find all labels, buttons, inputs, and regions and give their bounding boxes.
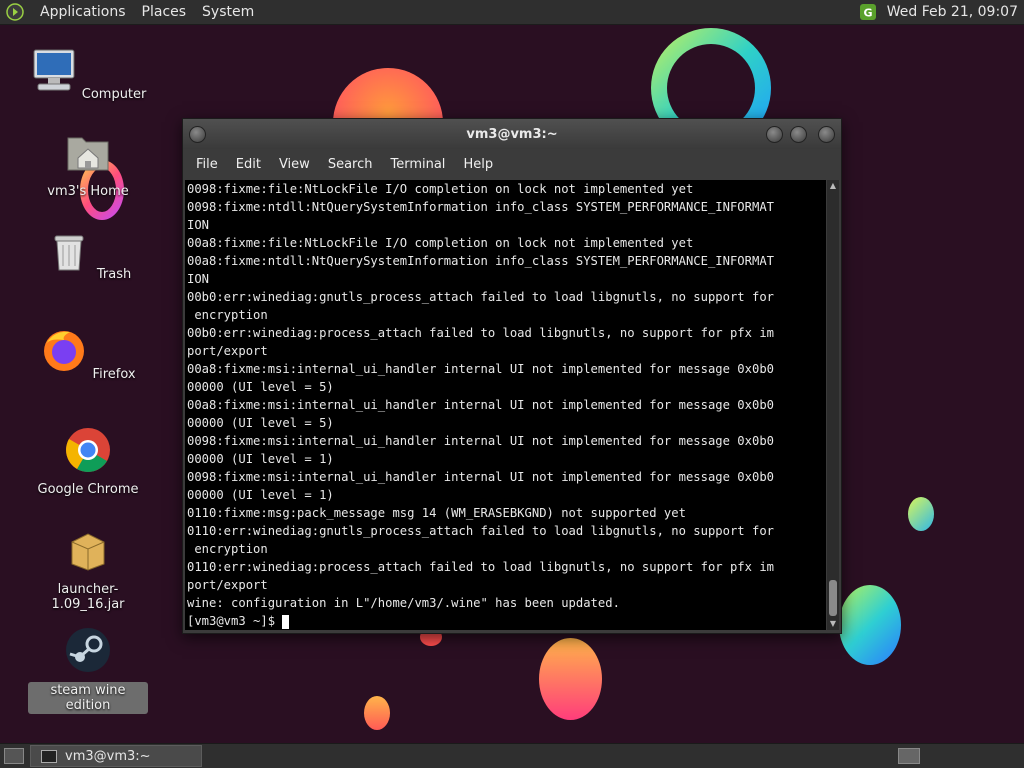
desktop-icon-steam[interactable]: steam wine edition — [28, 626, 148, 714]
terminal-output[interactable]: 0098:fixme:file:NtLockFile I/O completio… — [185, 180, 826, 630]
menu-places[interactable]: Places — [134, 4, 195, 20]
panel-tray: G Wed Feb 21, 09:07 — [859, 3, 1024, 21]
terminal-line: 00a8:fixme:msi:internal_ui_handler inter… — [187, 398, 774, 412]
menu-edit[interactable]: Edit — [227, 157, 270, 172]
terminal-line: port/export — [187, 578, 268, 592]
desktop-icon-label: vm3's Home — [47, 184, 129, 199]
menu-terminal[interactable]: Terminal — [381, 157, 454, 172]
wallpaper-small-blue-blob — [908, 497, 934, 531]
terminal-lines: 0098:fixme:file:NtLockFile I/O completio… — [185, 180, 826, 612]
menu-applications[interactable]: Applications — [32, 4, 134, 20]
terminal-line: encryption — [187, 308, 268, 322]
maximize-button[interactable] — [790, 126, 807, 143]
terminal-line: 0098:fixme:msi:internal_ui_handler inter… — [187, 470, 774, 484]
desktop-icon-label: Google Chrome — [37, 482, 139, 497]
terminal-line: ION — [187, 218, 210, 232]
minimize-button[interactable] — [766, 126, 783, 143]
desktop-icon-trash[interactable]: Trash — [28, 226, 148, 282]
top-panel: Applications Places System G Wed Feb 21,… — [0, 0, 1024, 25]
terminal-line: 00a8:fixme:ntdll:NtQuerySystemInformatio… — [187, 254, 774, 268]
terminal-line: encryption — [187, 542, 268, 556]
terminal-line: 00000 (UI level = 5) — [187, 380, 334, 394]
terminal-line: 00000 (UI level = 1) — [187, 452, 334, 466]
menu-search[interactable]: Search — [319, 157, 382, 172]
taskbar-item-terminal[interactable]: vm3@vm3:~ — [30, 745, 202, 767]
terminal-titlebar[interactable]: vm3@vm3:~ — [183, 119, 841, 149]
terminal-line: 00a8:fixme:msi:internal_ui_handler inter… — [187, 362, 774, 376]
desktop-icon-launcher-jar[interactable]: launcher-1.09_16.jar — [28, 526, 148, 612]
computer-icon — [33, 49, 75, 91]
terminal-line: 00b0:err:winediag:gnutls_process_attach … — [187, 290, 774, 304]
terminal-line: port/export — [187, 344, 268, 358]
terminal-icon — [41, 749, 57, 763]
terminal-line: 00b0:err:winediag:process_attach failed … — [187, 326, 774, 340]
terminal-line: 0110:err:winediag:gnutls_process_attach … — [187, 524, 774, 538]
terminal-line: 0098:fixme:ntdll:NtQuerySystemInformatio… — [187, 200, 774, 214]
desktop-icon-label: launcher-1.09_16.jar — [51, 582, 125, 612]
menu-help[interactable]: Help — [454, 157, 502, 172]
desktop-icon-label: Computer — [81, 87, 147, 102]
terminal-line: wine: configuration in L"/home/vm3/.wine… — [187, 596, 620, 610]
terminal-prompt-line[interactable]: [vm3@vm3 ~]$ — [185, 612, 826, 630]
desktop-icon-label: Trash — [96, 267, 132, 282]
terminal-line: 0110:err:winediag:process_attach failed … — [187, 560, 774, 574]
shell-prompt: [vm3@vm3 ~]$ — [187, 614, 283, 628]
firefox-icon — [44, 331, 85, 371]
terminal-line: 00000 (UI level = 5) — [187, 416, 334, 430]
terminal-line: 00000 (UI level = 1) — [187, 488, 334, 502]
mate-logo-icon[interactable] — [6, 3, 24, 21]
menu-file[interactable]: File — [187, 157, 227, 172]
chrome-icon — [66, 428, 110, 472]
trash-icon — [54, 235, 84, 271]
wallpaper-pink-blob — [539, 638, 602, 720]
window-title: vm3@vm3:~ — [466, 126, 558, 142]
terminal-line: 0098:fixme:msi:internal_ui_handler inter… — [187, 434, 774, 448]
scrollbar-thumb[interactable] — [829, 580, 837, 616]
text-cursor — [282, 614, 290, 629]
menu-view[interactable]: View — [270, 157, 319, 172]
menu-system[interactable]: System — [194, 4, 262, 20]
taskbar-item-label: vm3@vm3:~ — [65, 748, 151, 764]
bottom-panel: vm3@vm3:~ — [0, 743, 1024, 768]
home-folder-icon — [67, 137, 109, 171]
desktop-icon-label: Firefox — [92, 367, 136, 382]
window-menu-button[interactable] — [189, 126, 206, 143]
terminal-menubar: File Edit View Search Terminal Help — [183, 149, 841, 179]
terminal-line: 0110:fixme:msg:pack_message msg 14 (WM_E… — [187, 506, 686, 520]
scroll-down-arrow-icon[interactable]: ▼ — [827, 618, 839, 630]
wallpaper-blue-blob — [839, 585, 901, 665]
scroll-up-arrow-icon[interactable]: ▲ — [827, 180, 839, 192]
desktop-icon-label: steam wine edition — [28, 682, 148, 714]
desktop-icon-firefox[interactable]: Firefox — [28, 326, 148, 382]
desktop-icon-chrome[interactable]: Google Chrome — [28, 426, 148, 497]
svg-text:G: G — [863, 7, 872, 20]
desktop-icon-home[interactable]: vm3's Home — [28, 128, 148, 199]
wallpaper-tiny-orange-blob — [364, 696, 390, 730]
desktop-icon-computer[interactable]: Computer — [28, 46, 148, 102]
show-desktop-icon[interactable] — [4, 748, 24, 764]
jar-package-icon — [71, 533, 105, 571]
steam-icon — [66, 628, 110, 672]
terminal-line: ION — [187, 272, 210, 286]
close-button[interactable] — [818, 126, 835, 143]
clock[interactable]: Wed Feb 21, 09:07 — [887, 4, 1018, 20]
terminal-scrollbar[interactable]: ▲ ▼ — [827, 180, 839, 630]
terminal-line: 0098:fixme:file:NtLockFile I/O completio… — [187, 182, 694, 196]
terminal-line: 00a8:fixme:file:NtLockFile I/O completio… — [187, 236, 694, 250]
terminal-window[interactable]: vm3@vm3:~ File Edit View Search Terminal… — [182, 118, 842, 634]
workspace-switcher[interactable] — [898, 748, 920, 764]
update-notifier-icon[interactable]: G — [859, 3, 877, 21]
